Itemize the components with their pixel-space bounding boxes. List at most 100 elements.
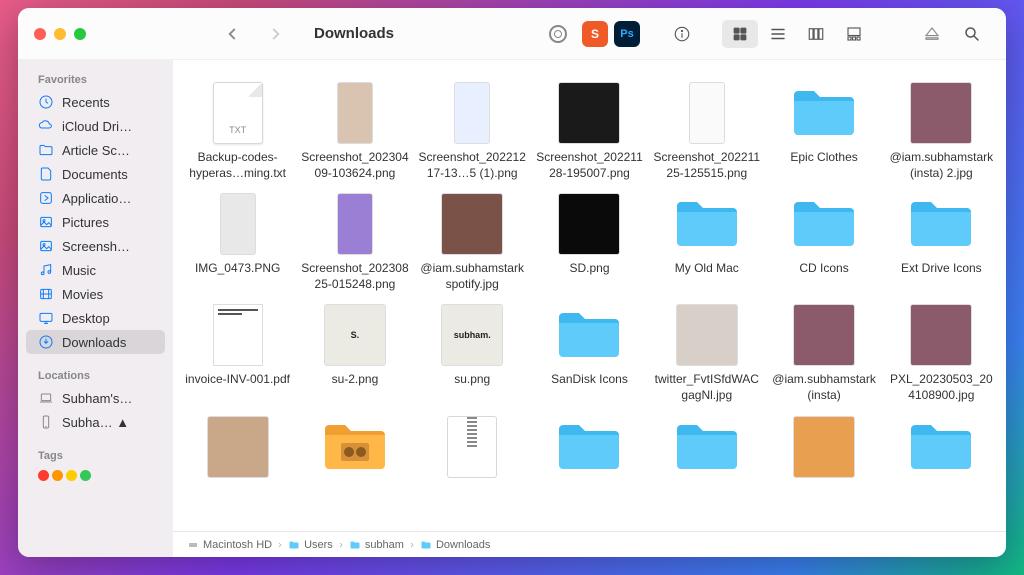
file-item[interactable]: CD Icons [767, 189, 880, 294]
column-view-button[interactable] [798, 20, 834, 48]
file-item[interactable] [885, 412, 998, 486]
sidebar-item-music[interactable]: Music [26, 258, 165, 282]
path-crumb[interactable]: Users [288, 539, 333, 551]
sidebar-location[interactable]: Subha… ▲ [26, 410, 165, 434]
file-item[interactable]: @iam.subhamstark spotify.jpg [416, 189, 529, 294]
file-name: CD Icons [799, 261, 848, 277]
file-item[interactable]: twitter_FvtISfdWACgagNl.jpg [650, 300, 763, 405]
file-item[interactable]: TXTBackup-codes-hyperas…ming.txt [181, 78, 294, 183]
file-thumb [785, 414, 863, 480]
file-item[interactable] [298, 412, 411, 486]
path-bar: Macintosh HD Users subham Downloads [173, 531, 1006, 557]
file-thumb [550, 191, 628, 257]
titlebar: Downloads S Ps [18, 8, 1006, 60]
file-item[interactable]: Epic Clothes [767, 78, 880, 183]
sidebar-item-label: Movies [62, 287, 103, 302]
file-thumb [316, 414, 394, 480]
file-name: @iam.subhamstark (insta) [769, 372, 878, 403]
file-item[interactable]: S. su-2.png [298, 300, 411, 405]
search-button[interactable] [954, 20, 990, 48]
file-item[interactable]: SanDisk Icons [533, 300, 646, 405]
app-icon-s[interactable]: S [582, 21, 608, 47]
file-name: Screenshot_20230825-015248.png [300, 261, 409, 292]
file-thumb [550, 80, 628, 146]
file-name: IMG_0473.PNG [195, 261, 280, 277]
icon-view-button[interactable] [722, 20, 758, 48]
sidebar-item-pictures[interactable]: Pictures [26, 210, 165, 234]
sidebar-item-label: Downloads [62, 335, 126, 350]
window-title: Downloads [314, 25, 394, 42]
sidebar-heading-tags: Tags [18, 444, 173, 466]
sidebar-item-label: Applicatio… [62, 191, 131, 206]
file-name: su-2.png [332, 372, 379, 388]
file-name: PXL_20230503_204108900.jpg [887, 372, 996, 403]
file-item[interactable] [181, 412, 294, 486]
file-item[interactable] [650, 412, 763, 486]
file-thumb [316, 191, 394, 257]
file-thumb: S. [316, 302, 394, 368]
zoom-button[interactable] [74, 28, 86, 40]
file-item[interactable]: Screenshot_20230409-103624.png [298, 78, 411, 183]
file-thumb [902, 80, 980, 146]
sidebar-item-articlesc[interactable]: Article Sc… [26, 138, 165, 162]
sidebar-item-recents[interactable]: Recents [26, 90, 165, 114]
file-name: Ext Drive Icons [901, 261, 982, 277]
file-item[interactable]: Screenshot_20221128-195007.png [533, 78, 646, 183]
airdrop-icon[interactable] [540, 20, 576, 48]
sidebar-heading-locations: Locations [18, 364, 173, 386]
sidebar-heading-favorites: Favorites [18, 68, 173, 90]
file-name: su.png [454, 372, 490, 388]
file-item[interactable]: Screenshot_20230825-015248.png [298, 189, 411, 294]
minimize-button[interactable] [54, 28, 66, 40]
file-item[interactable]: PXL_20230503_204108900.jpg [885, 300, 998, 405]
file-item[interactable]: @iam.subhamstark (insta) [767, 300, 880, 405]
file-item[interactable]: invoice-INV-001.pdf [181, 300, 294, 405]
file-item[interactable]: @iam.subhamstark (insta) 2.jpg [885, 78, 998, 183]
file-name: Screenshot_20221217-13…5 (1).png [418, 150, 527, 181]
sidebar-item-screensh[interactable]: Screensh… [26, 234, 165, 258]
file-name: invoice-INV-001.pdf [185, 372, 290, 388]
sidebar-item-movies[interactable]: Movies [26, 282, 165, 306]
sidebar-item-iclouddri[interactable]: iCloud Dri… [26, 114, 165, 138]
sidebar-location[interactable]: Subham's… [26, 386, 165, 410]
file-name: SD.png [569, 261, 609, 277]
sidebar-item-applicatio[interactable]: Applicatio… [26, 186, 165, 210]
file-name: Screenshot_20221125-125515.png [652, 150, 761, 181]
file-name: My Old Mac [675, 261, 739, 277]
file-item[interactable]: Screenshot_20221217-13…5 (1).png [416, 78, 529, 183]
file-name: twitter_FvtISfdWACgagNl.jpg [652, 372, 761, 403]
file-item[interactable]: SD.png [533, 189, 646, 294]
file-thumb [668, 414, 746, 480]
close-button[interactable] [34, 28, 46, 40]
back-button[interactable] [214, 20, 250, 48]
sidebar-item-documents[interactable]: Documents [26, 162, 165, 186]
file-thumb [433, 191, 511, 257]
file-item[interactable]: Ext Drive Icons [885, 189, 998, 294]
file-item[interactable]: IMG_0473.PNG [181, 189, 294, 294]
file-item[interactable]: subham.su.png [416, 300, 529, 405]
sidebar-item-label: Music [62, 263, 96, 278]
sidebar-item-label: Desktop [62, 311, 110, 326]
file-thumb [199, 302, 277, 368]
path-crumb[interactable]: subham [349, 539, 404, 551]
sidebar-item-downloads[interactable]: Downloads [26, 330, 165, 354]
app-icon-photoshop[interactable]: Ps [614, 21, 640, 47]
file-name: Screenshot_20221128-195007.png [535, 150, 644, 181]
file-name: @iam.subhamstark (insta) 2.jpg [887, 150, 996, 181]
file-thumb [199, 414, 277, 480]
file-item[interactable] [533, 412, 646, 486]
gallery-view-button[interactable] [836, 20, 872, 48]
info-button[interactable] [664, 20, 700, 48]
list-view-button[interactable] [760, 20, 796, 48]
eject-button[interactable] [914, 20, 950, 48]
file-item[interactable] [767, 412, 880, 486]
file-item[interactable]: My Old Mac [650, 189, 763, 294]
file-thumb [785, 302, 863, 368]
sidebar-item-desktop[interactable]: Desktop [26, 306, 165, 330]
forward-button[interactable] [258, 20, 294, 48]
file-item[interactable]: Screenshot_20221125-125515.png [650, 78, 763, 183]
path-crumb[interactable]: Downloads [420, 539, 490, 551]
path-crumb[interactable]: Macintosh HD [187, 539, 272, 551]
sidebar: Favorites RecentsiCloud Dri…Article Sc…D… [18, 60, 173, 557]
file-item[interactable] [416, 412, 529, 486]
